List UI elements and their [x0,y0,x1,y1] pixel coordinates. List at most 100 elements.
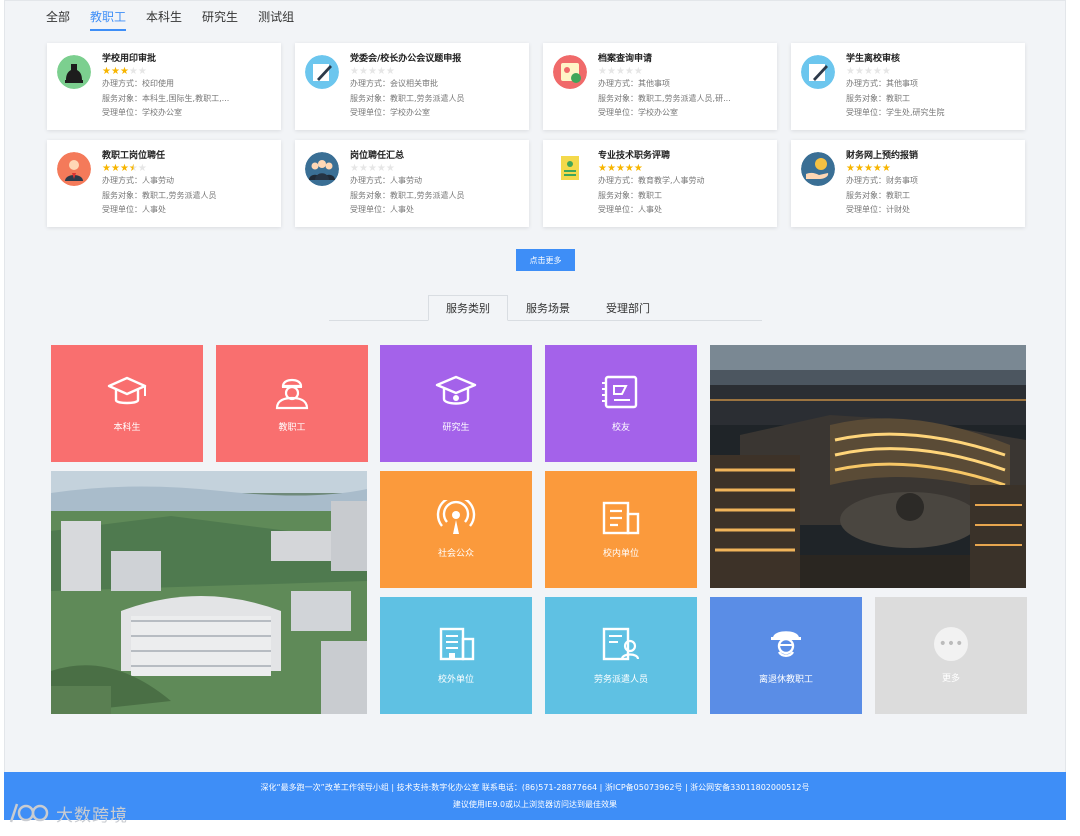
service-card[interactable]: 财务网上预约报销 ★★★★★ 办理方式：财务事项 服务对象：教职工 受理单位：计财处 [791,140,1025,227]
load-more-button[interactable]: 点击更多 [516,249,575,271]
tile-more[interactable]: ••• 更多 [875,597,1027,714]
star-icon: ★ [633,66,643,77]
service-card-title: 财务网上预约报销 [846,151,919,161]
star-icon: ★ [598,66,607,77]
star-icon: ★ [872,163,882,174]
tile-internal-unit[interactable]: 校内单位 [545,471,697,588]
service-card-method: 办理方式：教育教学,人事劳动 [598,176,705,185]
star-icon: ★ [358,66,368,77]
document-list-icon [602,501,640,535]
star-icon: ★ [110,163,120,174]
service-card-method: 办理方式：人事劳动 [350,176,422,185]
top-tab-1[interactable]: 教职工 [90,8,127,31]
star-icon: ★ [872,66,882,77]
seal-stamp-icon [57,55,91,89]
category-tab-1[interactable]: 服务场景 [508,295,588,321]
tile-undergraduate[interactable]: 本科生 [51,345,203,462]
top-tab-4[interactable]: 测试组 [258,8,294,31]
star-icon: ★ [624,163,634,174]
service-card-grid: 学校用印审批 ★★★★★ 办理方式：校印使用 服务对象：本科生,国际生,教职工,...… [47,43,1025,227]
star-icon: ★ [606,163,616,174]
star-icon: ★ [367,66,377,77]
category-tab-0[interactable]: 服务类别 [428,295,508,321]
tile-retired-staff-label: 离退休教职工 [758,675,813,685]
service-card-target: 服务对象：教职工,劳务派遣人员 [102,190,217,200]
service-card-dept: 受理单位：学生处,研究生院 [846,108,945,117]
tile-external-unit[interactable]: 校外单位 [380,597,532,714]
service-card-target: 服务对象：教职工 [846,93,910,103]
top-tab-bar: 全部 教职工 本科生 研究生 测试组 [46,8,294,31]
star-icon: ★ [854,66,864,77]
star-icon: ★ [863,163,873,174]
tile-dispatch-staff[interactable]: 劳务派遣人员 [545,597,697,714]
star-icon: ★ [624,66,634,77]
service-card[interactable]: 教职工岗位聘任 ★★★★★ 办理方式：人事劳动 服务对象：教职工,劳务派遣人员 受理单位… [47,140,281,227]
tile-external-unit-label: 校外单位 [437,675,474,685]
footer-browser-tip: 建议使用IE9.0或以上浏览器访问达到最佳效果 [452,800,618,809]
building-icon [439,627,475,661]
star-icon: ★ [846,66,855,77]
service-card-method: 办理方式：人事劳动 [102,176,174,185]
service-card-method: 办理方式：财务事项 [846,176,918,185]
archive-card-icon [553,55,587,89]
tile-staff-label: 教职工 [278,423,306,433]
broadcast-icon [436,500,476,534]
watermark: 大数跨境 [8,800,128,826]
category-tab-bar: 服务类别 服务场景 受理部门 [428,295,668,321]
service-card-title: 学生离校审核 [846,54,901,64]
star-icon: ★ [128,163,138,174]
tile-retired-staff[interactable]: 离退休教职工 [710,597,862,714]
retired-person-icon [771,631,801,657]
staff-person-icon [57,152,91,186]
top-tab-0[interactable]: 全部 [46,8,70,31]
rating-stars: ★★★★★ [102,163,273,174]
service-card[interactable]: 专业技术职务评聘 ★★★★★ 办理方式：教育教学,人事劳动 服务对象：教职工 受理单位：… [543,140,777,227]
star-icon: ★ [102,163,111,174]
tile-graduate[interactable]: 研究生 [380,345,532,462]
tile-internal-unit-label: 校内单位 [602,549,639,559]
ellipsis-icon: ••• [934,627,968,661]
tile-undergraduate-label: 本科生 [113,423,141,433]
service-card[interactable]: 岗位聘任汇总 ★★★★★ 办理方式：人事劳动 服务对象：教职工,劳务派遣人员 受理单位：… [295,140,529,227]
tile-staff[interactable]: 教职工 [216,345,368,462]
service-card-title: 党委会/校长办公会议题申报 [350,54,462,64]
star-icon: ★ [119,66,129,77]
watermark-text: 大数跨境 [56,805,128,826]
pen-write-icon [801,55,835,89]
service-card-target: 服务对象：教职工,劳务派遣人员 [350,190,465,200]
certificate-icon [553,152,587,186]
tile-alumni-label: 校友 [611,423,630,433]
star-icon: ★ [881,66,891,77]
tile-public[interactable]: 社会公众 [380,471,532,588]
star-icon: ★ [385,66,395,77]
tile-more-label: 更多 [941,674,960,684]
star-icon: ★ [358,163,368,174]
star-icon: ★ [385,163,395,174]
campus-night-photo [710,345,1026,588]
service-card[interactable]: 学生离校审核 ★★★★★ 办理方式：其他事项 服务对象：教职工 受理单位：学生处,研究生… [791,43,1025,130]
star-icon: ★ [863,66,873,77]
star-icon: ★ [846,163,855,174]
alumni-book-icon [602,375,638,409]
star-icon: ★ [376,66,386,77]
service-card-dept: 受理单位：人事处 [102,205,166,214]
star-icon: ★ [598,163,607,174]
star-icon: ★ [367,163,377,174]
service-card-dept: 受理单位：计财处 [846,205,910,214]
service-card-target: 服务对象：教职工 [846,190,910,200]
category-tab-2[interactable]: 受理部门 [588,295,668,321]
rating-stars: ★★★★★ [350,163,521,174]
star-icon: ★ [119,163,129,174]
star-icon: ★ [350,163,359,174]
service-card[interactable]: 学校用印审批 ★★★★★ 办理方式：校印使用 服务对象：本科生,国际生,教职工,...… [47,43,281,130]
service-card[interactable]: 档案查询申请 ★★★★★ 办理方式：其他事项 服务对象：教职工,劳务派遣人员,研...… [543,43,777,130]
top-tab-2[interactable]: 本科生 [146,8,182,31]
service-card-target: 服务对象：教职工,劳务派遣人员 [350,93,465,103]
star-icon: ★ [615,163,625,174]
service-card[interactable]: 党委会/校长办公会议题申报 ★★★★★ 办理方式：会议相关审批 服务对象：教职工,劳务… [295,43,529,130]
campus-aerial-photo [51,471,367,714]
tile-alumni[interactable]: 校友 [545,345,697,462]
service-card-target: 服务对象：教职工 [598,190,662,200]
top-tab-3[interactable]: 研究生 [202,8,238,31]
rating-stars: ★★★★★ [846,163,1017,174]
